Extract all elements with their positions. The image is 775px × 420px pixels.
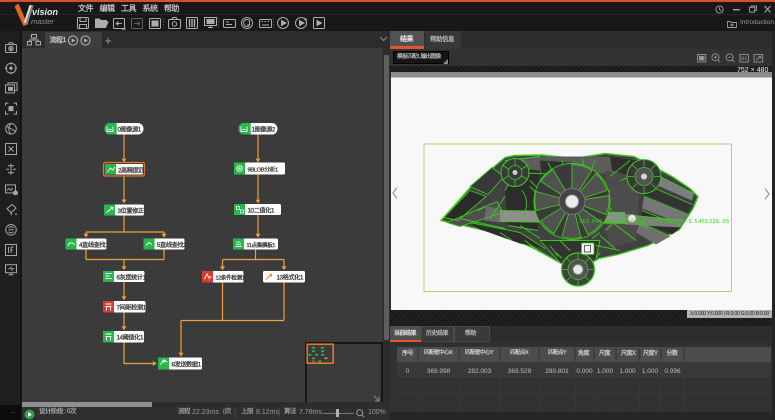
svg-text:282.003: 282.003 (468, 368, 492, 375)
svg-text:369.998: 369.998 (427, 368, 451, 375)
svg-text:1.000: 1.000 (619, 368, 636, 375)
svg-text:12条件检测1: 12条件检测1 (216, 274, 245, 282)
svg-text:369.529: 369.529 (508, 368, 532, 375)
svg-text:11点集模板1: 11点集模板1 (247, 241, 276, 249)
svg-text:4直线查找1: 4直线查找1 (79, 241, 109, 249)
svg-text:1.000: 1.000 (642, 368, 659, 375)
svg-text:280.801: 280.801 (545, 368, 569, 375)
svg-text:1图像源2: 1图像源2 (252, 126, 276, 134)
svg-text:5直线查找2: 5直线查找2 (157, 241, 187, 249)
svg-text:1.000: 1.000 (597, 368, 614, 375)
svg-text:10二值化1: 10二值化1 (248, 206, 275, 214)
svg-text:0: 0 (406, 368, 410, 375)
svg-text:3位置修正1: 3位置修正1 (118, 207, 148, 215)
svg-text:0.996: 0.996 (664, 368, 681, 375)
svg-text:0图像源1: 0图像源1 (118, 126, 142, 134)
svg-text:8发送数据1: 8发送数据1 (172, 360, 202, 368)
svg-text:2高精度匹..: 2高精度匹.. (118, 166, 148, 174)
svg-text:6灰度统计1: 6灰度统计1 (117, 273, 147, 281)
svg-text:14阈值化1: 14阈值化1 (117, 334, 144, 342)
svg-text:7间距检测1: 7间距检测1 (117, 304, 147, 312)
svg-text:0.000: 0.000 (576, 368, 593, 375)
svg-text:369.998,282.003 0.000 1.000: 369.998,282.003 0.000 1.000 0.996 -6.545… (579, 219, 730, 225)
svg-text:13格式化1: 13格式化1 (277, 274, 304, 282)
svg-text:9BLOB分析1: 9BLOB分析1 (248, 165, 278, 173)
